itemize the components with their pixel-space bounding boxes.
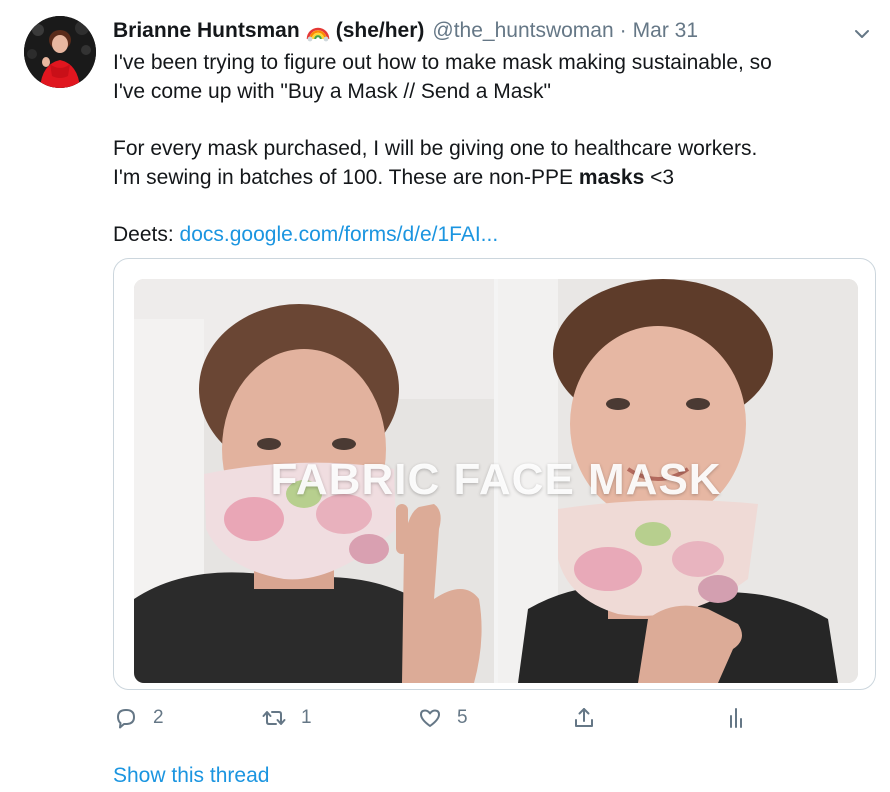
tweet-header: Brianne Huntsman (she/her) @the_huntswom… — [113, 16, 698, 46]
text-line: For every mask purchased, I will be givi… — [113, 137, 758, 160]
author-handle[interactable]: @the_huntswoman — [432, 16, 613, 46]
separator: · — [619, 19, 627, 42]
retweet-icon — [262, 711, 286, 725]
text-line: I've come up with "Buy a Mask // Send a … — [113, 80, 551, 103]
tweet[interactable]: Brianne Huntsman (she/her) @the_huntswom… — [0, 0, 890, 792]
media-overlay-title: FABRIC FACE MASK — [270, 455, 722, 504]
text-line: Deets: docs.google.com/forms/d/e/1FAI... — [113, 223, 499, 246]
tweet-text: I've been trying to figure out how to ma… — [113, 48, 873, 249]
share-button[interactable] — [571, 703, 597, 733]
text-line: I've been trying to figure out how to ma… — [113, 51, 772, 74]
form-link[interactable]: docs.google.com/forms/d/e/1FAI... — [180, 223, 499, 246]
like-count: 5 — [457, 707, 468, 728]
avatar[interactable] — [24, 16, 96, 88]
retweet-count: 1 — [301, 707, 312, 728]
reply-button[interactable]: 2 — [113, 703, 164, 733]
rainbow-emoji — [306, 19, 330, 43]
reply-count: 2 — [153, 707, 164, 728]
analytics-icon — [730, 708, 742, 728]
analytics-button[interactable] — [723, 703, 749, 733]
tweet-date[interactable]: Mar 31 — [633, 16, 698, 46]
show-thread-link[interactable]: Show this thread — [113, 762, 269, 790]
retweet-button[interactable]: 1 — [261, 703, 312, 733]
bold-keyword: masks — [578, 166, 645, 189]
reply-icon — [117, 709, 135, 729]
text-line: I'm sewing in batches of 100. These are … — [113, 166, 675, 189]
chevron-down-icon[interactable] — [852, 24, 872, 44]
avatar-image — [24, 16, 96, 88]
like-button[interactable]: 5 — [417, 703, 468, 733]
media-card[interactable]: FABRIC FACE MASK — [113, 258, 876, 690]
tweet-actions: 2 1 5 — [113, 703, 753, 733]
media-image[interactable]: FABRIC FACE MASK — [134, 279, 858, 683]
author-name[interactable]: Brianne Huntsman — [113, 16, 300, 46]
author-pronouns: (she/her) — [335, 19, 425, 42]
share-icon — [575, 708, 593, 727]
like-icon — [420, 709, 440, 727]
